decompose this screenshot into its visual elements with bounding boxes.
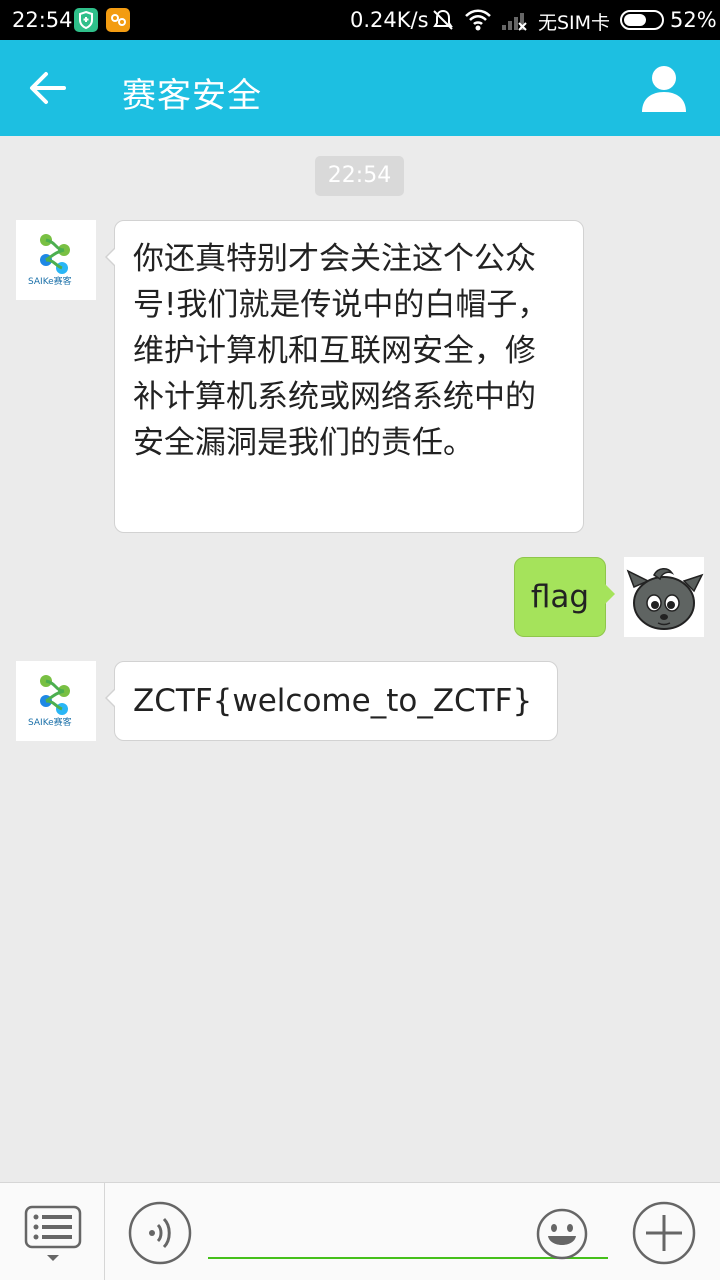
message-text: flag [530,579,590,615]
menu-toggle-button[interactable] [22,1203,84,1265]
plus-icon [632,1201,696,1265]
input-bar [0,1182,720,1280]
network-speed: 0.24K/s [350,8,429,32]
emoji-icon [536,1208,588,1260]
message-text: ZCTF{welcome_to_ZCTF} [133,683,533,719]
page-title: 赛客安全 [122,76,262,116]
voice-button[interactable] [128,1201,192,1265]
menu-list-icon [24,1205,82,1261]
title-bar: 赛客安全 [0,40,720,136]
mute-icon [433,9,453,30]
person-icon [642,66,686,112]
back-button[interactable] [20,62,76,114]
profile-button[interactable] [636,60,692,116]
voice-icon [128,1201,192,1265]
battery-percent: 52% [670,8,717,32]
emoji-button[interactable] [536,1208,588,1260]
more-options-button[interactable] [632,1201,696,1265]
wifi-icon [465,9,491,31]
divider [104,1183,105,1280]
sim-status: 无SIM卡 [538,12,611,34]
chat-area[interactable]: 22:54 SAIKe赛客 你还真特别才会关注这个公众号!我们就是传说中的白帽子… [0,136,720,1182]
arrow-left-icon [30,72,66,104]
my-avatar[interactable] [624,557,704,637]
battery-icon [620,10,664,30]
status-bar: 22:54 0.24K/s 无SIM卡 52% [0,0,720,40]
status-time: 22:54 [12,8,73,32]
message-bubble[interactable]: 你还真特别才会关注这个公众号!我们就是传说中的白帽子，维护计算机和互联网安全，修… [105,220,584,533]
game-app-icon [106,8,130,32]
message-bubble[interactable]: ZCTF{welcome_to_ZCTF} [105,661,558,741]
avatar-text: SAIKe赛客 [28,275,72,287]
chat-screen: 22:54 0.24K/s 无SIM卡 52% 赛客安全 22:54 SAIKe… [0,0,720,1280]
wolf-cartoon-icon [626,568,704,630]
message-timestamp: 22:54 [315,156,404,196]
signal-icon [502,13,527,31]
saike-logo-icon: SAIKe赛客 [28,234,72,287]
avatar-text: SAIKe赛客 [28,716,72,728]
account-avatar[interactable]: SAIKe赛客 [16,661,96,741]
message-text: 你还真特别才会关注这个公众号!我们就是传说中的白帽子，维护计算机和互联网安全，修… [133,241,549,461]
saike-logo-icon: SAIKe赛客 [28,675,72,728]
my-message-bubble[interactable]: flag [514,557,615,637]
shield-app-icon [74,8,98,32]
account-avatar[interactable]: SAIKe赛客 [16,220,96,300]
